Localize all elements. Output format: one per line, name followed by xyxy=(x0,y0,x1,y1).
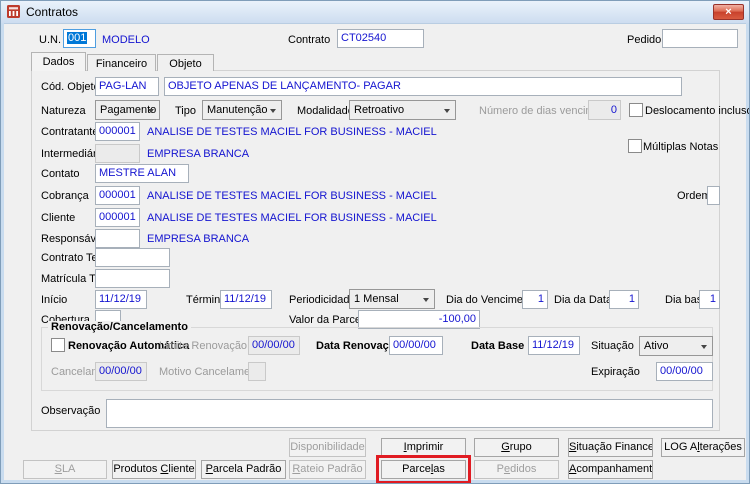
expiracao-input[interactable]: 00/00/00 xyxy=(656,362,713,381)
tipo-label: Tipo xyxy=(175,105,196,117)
contratante-code-input[interactable]: 000001 xyxy=(95,122,140,141)
dia-vencimento-input[interactable]: 1 xyxy=(522,290,548,309)
termino-input[interactable]: 11/12/19 xyxy=(220,290,272,309)
tab-objeto[interactable]: Objeto xyxy=(157,54,214,71)
dia-base-input[interactable]: 1 xyxy=(699,290,720,309)
observacao-textarea[interactable] xyxy=(106,399,713,428)
titlebar: Contratos × xyxy=(1,1,749,24)
pedido-input[interactable] xyxy=(662,29,738,48)
contrato-label: Contrato xyxy=(288,34,331,46)
cobranca-label: Cobrança xyxy=(41,190,89,202)
contratos-window: Contratos × U.N. 001 MODELO Contrato CT0… xyxy=(0,0,750,484)
contratante-name: ANALISE DE TESTES MACIEL FOR BUSINESS - … xyxy=(147,126,437,138)
cod-objeto-input[interactable]: PAG-LAN xyxy=(95,77,159,96)
parcela-padrao-button[interactable]: Parcela Padrão xyxy=(201,460,286,479)
deslocamento-label: Deslocamento incluso xyxy=(645,105,750,117)
window-frame-right xyxy=(746,23,749,483)
expiracao-label: Expiração xyxy=(591,366,640,378)
situacao-label: Situação xyxy=(591,340,634,352)
contato-label: Contato xyxy=(41,168,80,180)
log-alteracoes-button[interactable]: LOG Alterações xyxy=(661,438,745,457)
close-button[interactable]: × xyxy=(713,4,744,20)
disponibilidade-button[interactable]: Disponibilidade xyxy=(289,438,366,457)
intermediaria-code-input[interactable] xyxy=(95,144,140,163)
intermediaria-name: EMPRESA BRANCA xyxy=(147,148,250,160)
pedido-label: Pedido xyxy=(627,34,662,46)
multiplas-notas-checkbox[interactable] xyxy=(628,139,642,153)
cancelamento-input[interactable]: 00/00/00 xyxy=(95,362,147,381)
cliente-code-input[interactable]: 000001 xyxy=(95,208,140,227)
multiplas-notas-label: Múltiplas Notas xyxy=(643,141,719,153)
annotation-highlight-parcelas xyxy=(376,455,471,483)
cobranca-name: ANALISE DE TESTES MACIEL FOR BUSINESS - … xyxy=(147,190,437,202)
contrato-input[interactable]: CT02540 xyxy=(337,29,424,48)
situacao-financeira-button[interactable]: Situação Financeira xyxy=(568,438,653,457)
contato-input[interactable]: MESTRE ALAN xyxy=(95,164,189,183)
un-input[interactable]: 001 xyxy=(63,29,96,48)
chevron-down-icon xyxy=(423,298,429,302)
natureza-label: Natureza xyxy=(41,105,86,117)
sla-button[interactable]: SLA xyxy=(23,460,107,479)
contrato-terceiro-input[interactable] xyxy=(95,248,170,267)
data-base-label: Data Base xyxy=(471,340,525,352)
chevron-down-icon xyxy=(444,109,450,113)
un-description: MODELO xyxy=(102,34,150,46)
modalidade-label: Modalidade xyxy=(297,105,354,117)
ordem-input[interactable] xyxy=(707,186,720,205)
renovacao-group-title: Renovação/Cancelamento xyxy=(48,321,191,333)
modalidade-select[interactable]: Retroativo xyxy=(349,100,456,120)
cliente-name: ANALISE DE TESTES MACIEL FOR BUSINESS - … xyxy=(147,212,437,224)
cobranca-code-input[interactable]: 000001 xyxy=(95,186,140,205)
periodicidade-select[interactable]: 1 Mensal xyxy=(349,289,435,309)
dia-data-label: Dia da Data xyxy=(554,294,613,306)
chevron-down-icon xyxy=(148,109,154,113)
responsavel-name: EMPRESA BRANCA xyxy=(147,233,250,245)
renovacao-automatica-checkbox[interactable] xyxy=(51,338,65,352)
ordem-label: Ordem xyxy=(677,190,711,202)
responsavel-code-input[interactable] xyxy=(95,229,140,248)
window-frame-left xyxy=(1,23,4,483)
situacao-select[interactable]: Ativo xyxy=(639,336,713,356)
tab-financeiro[interactable]: Financeiro xyxy=(87,54,156,71)
matricula-terceiro-input[interactable] xyxy=(95,269,170,288)
contratante-label: Contratante xyxy=(41,126,99,138)
inicio-label: Início xyxy=(41,294,68,306)
cod-objeto-label: Cód. Objeto xyxy=(41,81,100,93)
window-frame-bottom xyxy=(1,480,749,483)
window-title: Contratos xyxy=(26,5,79,19)
data-base-input[interactable]: 11/12/19 xyxy=(528,336,580,355)
tab-dados[interactable]: Dados xyxy=(31,52,86,71)
tipo-select[interactable]: Manutenção xyxy=(202,100,282,120)
rateio-padrao-button[interactable]: Rateio Padrão xyxy=(289,460,366,479)
motivo-cancelamento-input[interactable] xyxy=(248,362,266,381)
produtos-cliente-button[interactable]: Produtos Cliente xyxy=(112,460,196,479)
grupo-button[interactable]: Grupo xyxy=(474,438,559,457)
dias-vencimento-input[interactable]: 0 xyxy=(588,100,621,120)
chevron-down-icon xyxy=(270,109,276,113)
un-value: 001 xyxy=(67,32,88,44)
periodicidade-label: Periodicidade xyxy=(289,294,356,306)
renovacao-groupbox xyxy=(41,327,713,391)
dia-data-input[interactable]: 1 xyxy=(609,290,639,309)
observacao-label: Observação xyxy=(41,405,101,417)
cliente-label: Cliente xyxy=(41,212,76,224)
close-icon: × xyxy=(725,6,732,18)
acompanhamento-button[interactable]: Acompanhamento xyxy=(568,460,653,479)
data-renovacao-input[interactable]: 00/00/00 xyxy=(389,336,443,355)
limite-renovacao-label: Limite Renovação xyxy=(159,340,248,352)
inicio-input[interactable]: 11/12/19 xyxy=(95,290,147,309)
limite-renovacao-input[interactable]: 00/00/00 xyxy=(248,336,300,355)
deslocamento-checkbox[interactable] xyxy=(629,103,643,117)
app-icon xyxy=(7,5,20,18)
objeto-desc-input[interactable]: OBJETO APENAS DE LANÇAMENTO- PAGAR xyxy=(164,77,682,96)
pedidos-button[interactable]: Pedidos xyxy=(474,460,559,479)
un-label: U.N. xyxy=(39,34,61,46)
natureza-select[interactable]: Pagamento xyxy=(95,100,160,120)
chevron-down-icon xyxy=(701,345,707,349)
